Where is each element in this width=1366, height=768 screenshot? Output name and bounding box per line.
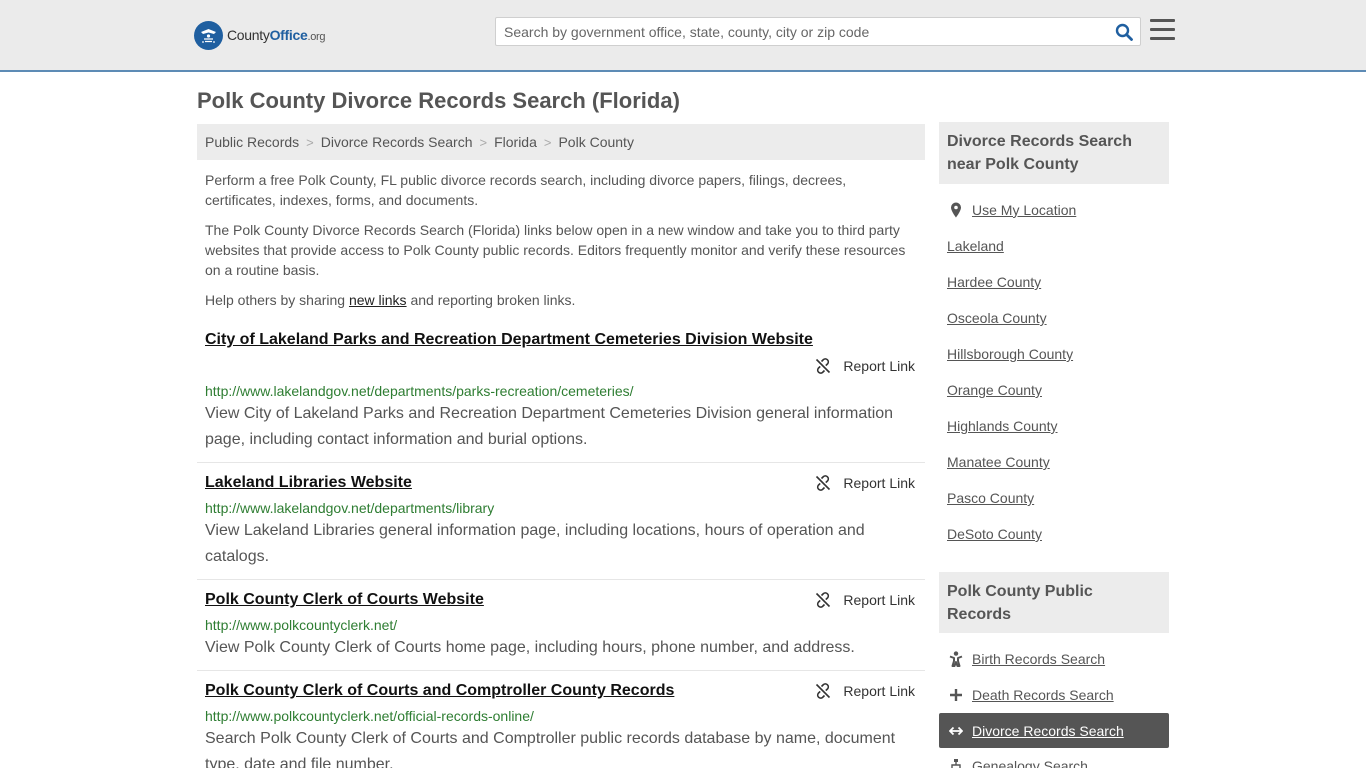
nearby-link-pasco-county[interactable]: Pasco County xyxy=(947,490,1034,506)
nearby-link-lakeland[interactable]: Lakeland xyxy=(947,238,1004,254)
hamburger-menu-button[interactable] xyxy=(1150,19,1175,43)
broken-link-icon xyxy=(816,358,831,374)
sidebar-item-genealogy[interactable]: Genealogy Search xyxy=(939,749,1169,768)
breadcrumb: Public Records > Divorce Records Search … xyxy=(197,124,925,160)
report-link-button[interactable]: Report Link xyxy=(815,475,915,491)
nearby-heading: Divorce Records Search near Polk County xyxy=(939,122,1169,184)
search-input[interactable] xyxy=(496,18,1106,45)
report-link-button[interactable]: Report Link xyxy=(815,592,915,608)
broken-link-icon xyxy=(816,475,831,491)
map-pin-icon xyxy=(948,202,964,218)
logo-wordmark: CountyOffice.org xyxy=(227,27,326,43)
result-divider xyxy=(197,579,925,580)
result-title-link[interactable]: Polk County Clerk of Courts Website xyxy=(205,591,484,609)
nearby-link-orange-county[interactable]: Orange County xyxy=(947,382,1042,398)
report-link-button[interactable]: Report Link xyxy=(815,358,915,374)
nearby-link-highlands-county[interactable]: Highlands County xyxy=(947,418,1058,434)
breadcrumb-separator: > xyxy=(543,134,552,150)
result-divider xyxy=(197,670,925,671)
breadcrumb-polk-county[interactable]: Polk County xyxy=(558,134,633,150)
search-bar xyxy=(495,17,1141,46)
nearby-link-desoto-county[interactable]: DeSoto County xyxy=(947,526,1042,542)
page-title: Polk County Divorce Records Search (Flor… xyxy=(197,88,680,113)
result-divider xyxy=(197,462,925,463)
result-item: Polk County Clerk of Courts Website Repo… xyxy=(197,588,925,670)
menu-bar-icon xyxy=(1150,28,1175,31)
site-header: CountyOffice.org xyxy=(0,0,1366,72)
result-title-link[interactable]: Polk County Clerk of Courts and Comptrol… xyxy=(205,682,674,700)
result-description: Search Polk County Clerk of Courts and C… xyxy=(205,730,896,768)
broken-link-icon xyxy=(816,592,831,608)
result-description: View City of Lakeland Parks and Recreati… xyxy=(205,405,894,448)
menu-bar-icon xyxy=(1150,37,1175,40)
disclaimer-paragraph: The Polk County Divorce Records Search (… xyxy=(205,222,906,278)
result-item: City of Lakeland Parks and Recreation De… xyxy=(197,328,925,462)
breadcrumb-separator: > xyxy=(479,134,488,150)
report-link-button[interactable]: Report Link xyxy=(815,683,915,699)
result-item: Polk County Clerk of Courts and Comptrol… xyxy=(197,679,925,768)
countyoffice-logo[interactable]: CountyOffice.org xyxy=(194,20,326,50)
logo-seal-icon xyxy=(194,20,223,50)
baby-icon xyxy=(948,650,964,667)
intro-paragraph: Perform a free Polk County, FL public di… xyxy=(205,172,847,208)
breadcrumb-public-records[interactable]: Public Records xyxy=(205,134,299,150)
result-description: View Polk County Clerk of Courts home pa… xyxy=(205,639,855,656)
nearby-link-hillsborough-county[interactable]: Hillsborough County xyxy=(947,346,1073,362)
breadcrumb-separator: > xyxy=(306,134,314,150)
search-icon xyxy=(1115,23,1133,41)
sidebar-item-death-records[interactable]: Death Records Search xyxy=(939,677,1169,712)
tree-icon xyxy=(948,758,964,768)
sidebar-item-birth-records[interactable]: Birth Records Search xyxy=(939,641,1169,676)
nearby-link-osceola-county[interactable]: Osceola County xyxy=(947,310,1047,326)
result-url: http://www.lakelandgov.net/departments/l… xyxy=(205,500,495,516)
breadcrumb-divorce-records[interactable]: Divorce Records Search xyxy=(321,134,473,150)
result-url: http://www.polkcountyclerk.net/official-… xyxy=(205,708,534,724)
split-arrows-icon xyxy=(948,725,964,737)
nearby-link-hardee-county[interactable]: Hardee County xyxy=(947,274,1041,290)
search-button[interactable] xyxy=(1114,22,1134,42)
result-item: Lakeland Libraries Website Report Link h… xyxy=(197,471,925,579)
result-title-link[interactable]: Lakeland Libraries Website xyxy=(205,474,412,492)
broken-link-icon xyxy=(816,683,831,699)
menu-bar-icon xyxy=(1150,19,1175,22)
breadcrumb-florida[interactable]: Florida xyxy=(494,134,537,150)
result-title-link[interactable]: City of Lakeland Parks and Recreation De… xyxy=(205,331,813,349)
cross-icon xyxy=(948,688,964,702)
share-links-paragraph: Help others by sharing new links and rep… xyxy=(205,292,576,308)
new-links-link[interactable]: new links xyxy=(349,292,407,308)
result-url: http://www.polkcountyclerk.net/ xyxy=(205,617,398,633)
nearby-link-manatee-county[interactable]: Manatee County xyxy=(947,454,1050,470)
result-url: http://www.lakelandgov.net/departments/p… xyxy=(205,383,634,399)
use-my-location-link[interactable]: Use My Location xyxy=(939,192,1169,227)
result-description: View Lakeland Libraries general informat… xyxy=(205,522,865,565)
sidebar-item-divorce-records[interactable]: Divorce Records Search xyxy=(939,713,1169,748)
public-records-heading: Polk County Public Records xyxy=(939,572,1169,633)
